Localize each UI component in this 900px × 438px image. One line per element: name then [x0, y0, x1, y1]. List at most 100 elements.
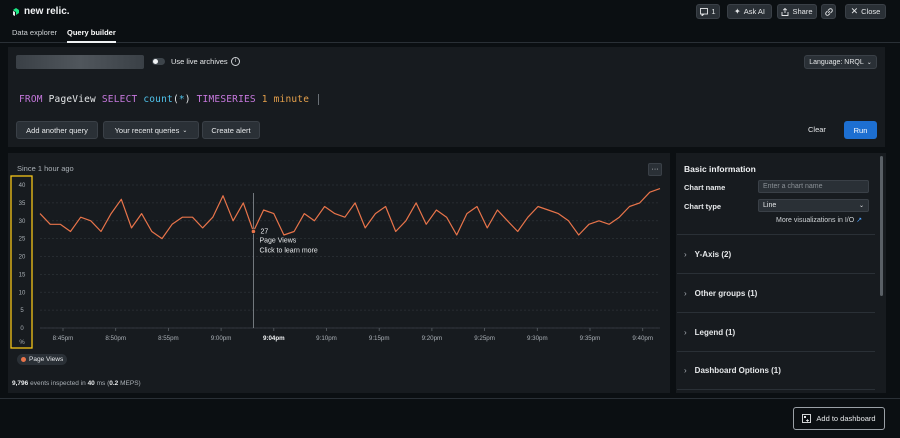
- x-tick-label: 9:04pm: [263, 335, 285, 342]
- y-tick-label: 15: [19, 272, 26, 278]
- chevron-right-icon: ›: [684, 288, 687, 298]
- create-alert-label: Create alert: [211, 125, 251, 135]
- chart-type-label: Chart type: [684, 202, 722, 211]
- ms-suffix: ms (: [96, 380, 110, 387]
- share-icon: [782, 7, 789, 16]
- run-label: Run: [853, 125, 868, 135]
- text-cursor: [318, 94, 320, 105]
- dashboard-options-section[interactable]: › Dashboard Options (1): [677, 351, 875, 390]
- hover-point: [250, 228, 257, 235]
- copy-link-button[interactable]: [821, 4, 836, 19]
- external-link-icon: ↗: [856, 217, 863, 224]
- tooltip-value: 27: [260, 228, 268, 235]
- more-viz-label: More visualizations in I/O: [776, 216, 855, 224]
- add-to-dashboard-button[interactable]: Add to dashboard: [793, 407, 885, 430]
- tab-query-builder[interactable]: Query builder: [67, 28, 116, 43]
- account-selector[interactable]: [16, 55, 144, 69]
- legend-label: Page Views: [29, 356, 64, 363]
- other-groups-section[interactable]: › Other groups (1): [677, 273, 875, 312]
- chevron-right-icon: ›: [684, 249, 687, 259]
- chart-name-placeholder: Enter a chart name: [763, 183, 823, 190]
- chevron-right-icon: ›: [684, 327, 687, 337]
- y-tick-label: 30: [19, 219, 26, 225]
- x-tick-label: 8:50pm: [105, 335, 126, 342]
- add-dashboard-label: Add to dashboard: [816, 414, 876, 423]
- close-button[interactable]: ✕ Close: [845, 4, 886, 19]
- tab-data-explorer[interactable]: Data explorer: [12, 28, 57, 37]
- chevron-down-icon: ⌄: [182, 127, 188, 134]
- x-tick-label: 9:10pm: [316, 335, 337, 342]
- legend-section[interactable]: › Legend (1): [677, 312, 875, 351]
- info-icon[interactable]: i: [231, 57, 240, 66]
- sparkle-icon: ✦: [734, 7, 741, 16]
- add-query-label: Add another query: [26, 125, 88, 135]
- x-tick-label: 9:30pm: [527, 335, 548, 342]
- share-button[interactable]: Share: [777, 4, 817, 19]
- chevron-down-icon: ⌄: [858, 203, 864, 209]
- y-tick-label: 5: [20, 308, 24, 314]
- x-tick-label: 8:55pm: [158, 335, 179, 342]
- run-button[interactable]: Run: [844, 121, 877, 139]
- comments-button[interactable]: 1: [696, 4, 720, 19]
- language-label: Language: NRQL: [809, 58, 864, 66]
- clear-label: Clear: [808, 125, 826, 134]
- query-panel: Use live archives i Language: NRQL ⌄ FRO…: [8, 47, 885, 147]
- close-icon: ✕: [850, 6, 859, 16]
- query-stats: 9,796 events inspected in 40 ms (0.2 MEP…: [12, 380, 141, 387]
- x-tick-label: 9:20pm: [422, 335, 443, 342]
- y-tick-label: 35: [19, 201, 26, 207]
- live-archives-label: Use live archives: [171, 57, 228, 66]
- recent-queries-dropdown[interactable]: Your recent queries ⌄: [103, 121, 199, 139]
- ask-ai-button[interactable]: ✦ Ask AI: [727, 4, 772, 19]
- section-label: Other groups (1): [694, 288, 758, 298]
- x-tick-label: 8:45pm: [53, 335, 74, 342]
- add-another-query-button[interactable]: Add another query: [16, 121, 98, 139]
- tooltip-hint: Click to learn more: [259, 247, 317, 254]
- language-dropdown[interactable]: Language: NRQL ⌄: [804, 55, 877, 69]
- query-token: 1 minute: [261, 94, 310, 105]
- more-visualizations-link[interactable]: More visualizations in I/O ↗: [776, 216, 863, 225]
- legend-item-page-views[interactable]: Page Views: [17, 354, 68, 365]
- tooltip-series: Page Views: [259, 237, 296, 244]
- legend-swatch: [21, 357, 26, 362]
- events-suffix: events inspected in: [30, 380, 86, 387]
- top-bar: new relic. 1 ✦ Ask AI Share ✕ Close: [0, 0, 900, 24]
- clear-button[interactable]: Clear: [808, 125, 826, 134]
- settings-scrollbar[interactable]: [880, 156, 883, 296]
- query-token: SELECT: [101, 94, 138, 105]
- line-chart[interactable]: 40 35 30 25 20 15 10 5 0% 8:45pm 8:50pm 8:55pm 9:00p…: [8, 153, 670, 353]
- create-alert-button[interactable]: Create alert: [202, 121, 260, 139]
- chevron-down-icon: ⌄: [866, 59, 872, 66]
- query-token: count: [143, 94, 173, 105]
- basic-info-title: Basic information: [684, 164, 756, 174]
- logo-text: new relic.: [24, 6, 70, 17]
- ask-ai-label: Ask AI: [743, 7, 765, 16]
- x-tick-label: 9:15pm: [369, 335, 390, 342]
- new-relic-logo[interactable]: new relic.: [12, 6, 70, 17]
- close-label: Close: [861, 7, 881, 16]
- y-tick-label: 0: [20, 326, 24, 332]
- y-axis-section[interactable]: › Y-Axis (2): [677, 234, 875, 273]
- x-tick-label: 9:40pm: [632, 335, 653, 342]
- chart-type-select[interactable]: Line ⌄: [758, 199, 869, 212]
- y-tick-label: 25: [19, 237, 26, 243]
- nrql-editor[interactable]: FROM PageView SELECT count(*) TIMESERIES…: [19, 94, 779, 108]
- chart-type-value: Line: [763, 202, 777, 209]
- tab-data-explorer-label: Data explorer: [12, 28, 58, 37]
- link-icon: [824, 7, 833, 16]
- dashboard-add-icon: [802, 414, 812, 423]
- x-tick-label: 9:35pm: [580, 335, 601, 342]
- y-tick-label: 10: [19, 290, 26, 296]
- live-archives-toggle[interactable]: [152, 58, 165, 65]
- series-line-page-views: [39, 188, 661, 240]
- query-token: TIMESERIES: [196, 94, 256, 105]
- y-tick-label: 20: [19, 255, 26, 261]
- ms-value: 40: [87, 380, 95, 387]
- section-label: Y-Axis (2): [694, 249, 732, 259]
- x-tick-label: 9:00pm: [211, 335, 232, 342]
- comment-icon: [700, 7, 709, 16]
- chart-panel: Since 1 hour ago ··· 40 35 30 25 20 15 10 5 0% 8:…: [8, 153, 670, 393]
- events-count: 9,796: [12, 380, 29, 387]
- tab-query-builder-label: Query builder: [67, 28, 116, 37]
- chart-name-input[interactable]: Enter a chart name: [758, 180, 869, 193]
